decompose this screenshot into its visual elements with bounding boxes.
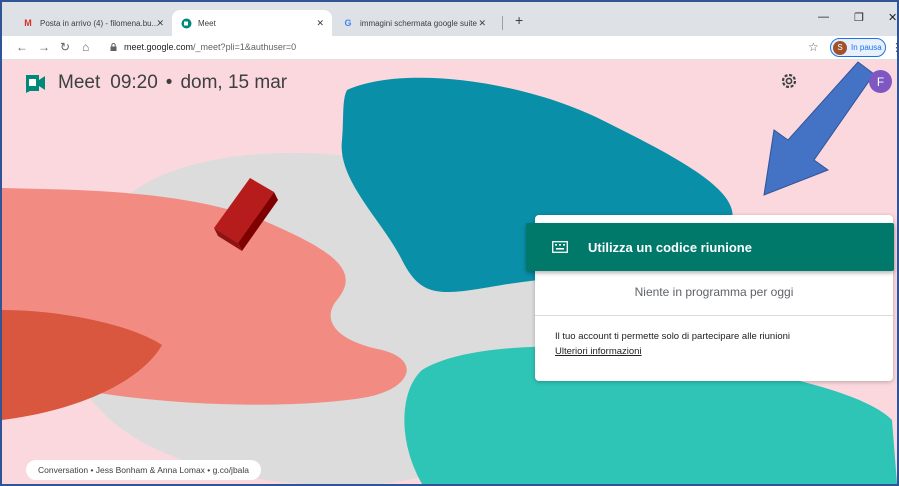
account-avatar[interactable]: F (869, 70, 892, 93)
gmail-icon: M (24, 18, 32, 28)
address-bar[interactable]: meet.google.com/_meet?pli=1&authuser=0 (124, 42, 296, 52)
new-tab-icon[interactable]: + (515, 12, 523, 28)
profile-status: In pausa (851, 43, 882, 52)
google-icon: G (344, 18, 352, 28)
home-icon[interactable]: ⌂ (82, 40, 89, 54)
meet-icon (180, 17, 192, 29)
tab-google-search[interactable]: G immagini schermata google suite ✕ (334, 10, 494, 36)
tab-label: immagini schermata google suite (360, 18, 477, 28)
back-icon[interactable]: ← (16, 40, 28, 54)
close-icon[interactable]: ✕ (478, 18, 486, 29)
more-info-link[interactable]: Ulteriori informazioni (555, 346, 642, 357)
join-card: Utilizza un codice riunione Niente in pr… (526, 215, 894, 381)
minimize-icon[interactable]: — (818, 11, 829, 23)
menu-icon[interactable]: ⋮ (891, 41, 897, 54)
close-icon[interactable]: ✕ (156, 18, 164, 29)
current-date: dom, 15 mar (180, 72, 288, 93)
profile-paused-button[interactable]: S In pausa (830, 38, 886, 57)
no-meetings-text: Niente in programma per oggi (634, 285, 794, 299)
browser-toolbar: ← → ↻ ⌂ meet.google.com/_meet?pli=1&auth… (2, 36, 897, 60)
reload-icon[interactable]: ↻ (60, 40, 70, 54)
url-path: /_meet?pli=1&authuser=0 (193, 42, 297, 52)
close-window-icon[interactable]: ✕ (888, 11, 897, 24)
browser-window: M Posta in arrivo (4) - filomena.bu... ✕… (0, 0, 899, 486)
meet-logo-icon (26, 75, 45, 93)
profile-avatar: S (833, 40, 847, 55)
meet-title: Meet (58, 72, 101, 93)
settings-gear-icon[interactable] (780, 72, 798, 90)
illustration-credit[interactable]: Conversation • Jess Bonham & Anna Lomax … (26, 460, 262, 480)
tab-label: Meet (198, 18, 216, 28)
bookmark-star-icon[interactable]: ☆ (808, 40, 819, 54)
lock-icon (110, 43, 117, 51)
divider (535, 315, 893, 316)
tab-gmail[interactable]: M Posta in arrivo (4) - filomena.bu... ✕ (14, 10, 172, 36)
tab-strip: M Posta in arrivo (4) - filomena.bu... ✕… (2, 2, 897, 36)
tab-divider (502, 16, 503, 30)
tab-label: Posta in arrivo (4) - filomena.bu... (40, 18, 159, 28)
current-time: 09:20 (110, 72, 158, 93)
keyboard-icon (552, 241, 568, 253)
forward-icon[interactable]: → (38, 40, 50, 54)
join-with-code-label: Utilizza un codice riunione (588, 239, 752, 255)
maximize-icon[interactable]: ❐ (854, 11, 864, 24)
separator: • (165, 72, 173, 93)
url-host: meet.google.com (124, 42, 194, 52)
join-with-code-button[interactable]: Utilizza un codice riunione (526, 223, 894, 271)
meet-header: Meet 09:20 • dom, 15 mar (24, 72, 287, 94)
account-notice: Il tuo account ti permette solo di parte… (555, 331, 790, 342)
meet-page: Meet 09:20 • dom, 15 mar F Utilizza un c… (2, 60, 897, 484)
tab-meet[interactable]: Meet ✕ (172, 10, 332, 36)
close-icon[interactable]: ✕ (316, 18, 324, 29)
